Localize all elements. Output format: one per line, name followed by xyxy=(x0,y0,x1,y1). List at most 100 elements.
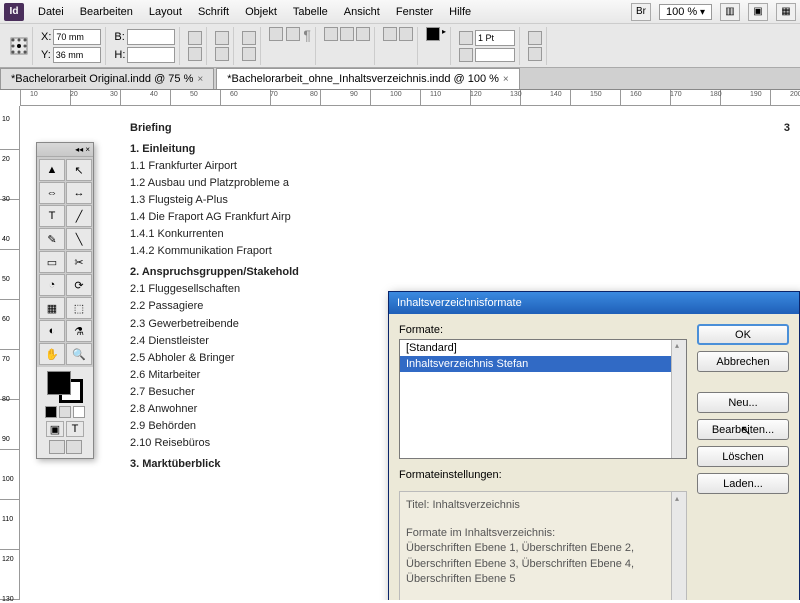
rotate-icon[interactable] xyxy=(215,31,229,45)
view-normal-icon[interactable] xyxy=(49,440,65,454)
select-content-icon[interactable] xyxy=(286,27,300,41)
edit-button[interactable]: Bearbeiten... xyxy=(697,419,789,440)
x-input[interactable] xyxy=(53,29,101,45)
select-container-icon[interactable] xyxy=(269,27,283,41)
scrollbar[interactable] xyxy=(671,492,686,600)
center-content-icon[interactable] xyxy=(356,27,370,41)
toc-text: 1.1 Frankfurter Airport xyxy=(130,158,237,175)
measure-tool[interactable]: ⚗ xyxy=(66,320,92,342)
view-mode-icon[interactable]: ▥ xyxy=(720,3,740,21)
ok-button[interactable]: OK xyxy=(697,324,789,345)
canvas[interactable]: Briefing3 1. Einleitung1.1 Frankfurter Ai… xyxy=(20,106,800,600)
h-input[interactable] xyxy=(127,47,175,63)
list-item-standard[interactable]: [Standard] xyxy=(400,340,686,356)
tab-ohne-inhalt[interactable]: *Bachelorarbeit_ohne_Inhaltsverzeichnis.… xyxy=(216,68,520,89)
toc-text: 1.2 Ausbau und Platzprobleme a xyxy=(130,175,289,192)
apply-color-icon[interactable] xyxy=(45,406,57,418)
cancel-button[interactable]: Abbrechen xyxy=(697,351,789,372)
toc-text: 2.8 Anwohner xyxy=(130,401,197,418)
stroke-style-icon[interactable] xyxy=(459,48,473,62)
toc-text: 2.7 Besucher xyxy=(130,384,195,401)
ruler-horizontal: 1020304050607080901001101201301401501601… xyxy=(20,90,800,106)
fill-swatch[interactable] xyxy=(47,371,71,395)
y-input[interactable] xyxy=(53,47,101,63)
toc-text: 1. Einleitung xyxy=(130,141,195,158)
fill-stroke-swatches[interactable] xyxy=(47,371,83,403)
toc-text: 2.2 Passagiere xyxy=(130,298,203,315)
format-text-icon[interactable]: T xyxy=(66,421,84,437)
apply-gradient-icon[interactable] xyxy=(59,406,71,418)
menu-ansicht[interactable]: Ansicht xyxy=(336,3,388,21)
workspace: 1020304050607080901001101201301401501601… xyxy=(0,90,800,600)
opacity-icon[interactable] xyxy=(528,47,542,61)
menu-datei[interactable]: Datei xyxy=(30,3,72,21)
paragraph-icon[interactable]: ¶ xyxy=(303,27,311,65)
page-tool[interactable]: ⇔ xyxy=(39,182,65,204)
eyedropper-tool[interactable]: ◐ xyxy=(39,320,65,342)
type-tool[interactable]: T xyxy=(39,205,65,227)
fit-frame-icon[interactable] xyxy=(324,27,338,41)
stroke-weight-icon xyxy=(459,31,473,45)
free-transform-tool[interactable]: ◔ xyxy=(39,274,65,296)
close-icon[interactable]: × xyxy=(197,74,203,85)
menu-bearbeiten[interactable]: Bearbeiten xyxy=(72,3,141,21)
toc-entry: 1.4.1 Konkurrenten xyxy=(130,226,790,243)
flip-v-icon[interactable] xyxy=(242,47,256,61)
menu-objekt[interactable]: Objekt xyxy=(237,3,285,21)
settings-title: Titel: Inhaltsverzeichnis xyxy=(406,498,680,513)
zoom-level[interactable]: 100 % ▾ xyxy=(659,4,712,20)
selection-tool[interactable]: ▲ xyxy=(39,159,65,181)
pencil-tool[interactable]: ╲ xyxy=(66,228,92,250)
note-tool[interactable]: ⬚ xyxy=(66,297,92,319)
toolbox-header[interactable]: ◂◂ × xyxy=(37,143,93,157)
menu-hilfe[interactable]: Hilfe xyxy=(441,3,479,21)
scale-x-icon[interactable] xyxy=(188,31,202,45)
toc-text: 2.6 Mitarbeiter xyxy=(130,367,200,384)
tab-original[interactable]: *Bachelorarbeit Original.indd @ 75 %× xyxy=(0,68,214,89)
menu-layout[interactable]: Layout xyxy=(141,3,190,21)
shear-icon[interactable] xyxy=(215,47,229,61)
rectangle-frame-tool[interactable]: ▭ xyxy=(39,251,65,273)
apply-none-icon[interactable] xyxy=(73,406,85,418)
direct-selection-tool[interactable]: ↖ xyxy=(66,159,92,181)
gap-tool[interactable]: ↔ xyxy=(66,182,92,204)
toc-entry: Briefing3 xyxy=(130,120,790,137)
stroke-weight-input[interactable] xyxy=(475,30,515,46)
scissors-tool[interactable]: ✂ xyxy=(66,251,92,273)
bridge-icon[interactable]: Br xyxy=(631,3,651,21)
w-input[interactable] xyxy=(127,29,175,45)
pen-tool[interactable]: ✎ xyxy=(39,228,65,250)
toc-entry: 1.4.2 Kommunikation Fraport xyxy=(130,243,790,260)
gradient-swatch-tool[interactable]: ⟳ xyxy=(66,274,92,296)
arrange-icon[interactable]: ▦ xyxy=(776,3,796,21)
list-item-stefan[interactable]: Inhaltsverzeichnis Stefan xyxy=(400,356,686,372)
menu-tabelle[interactable]: Tabelle xyxy=(285,3,336,21)
toc-entry: 1.2 Ausbau und Platzprobleme a xyxy=(130,175,790,192)
new-button[interactable]: Neu... xyxy=(697,392,789,413)
line-tool[interactable]: ╱ xyxy=(66,205,92,227)
fit-content-icon[interactable] xyxy=(340,27,354,41)
format-container-icon[interactable]: ▣ xyxy=(46,421,64,437)
scale-y-icon[interactable] xyxy=(188,47,202,61)
text-wrap-icon[interactable] xyxy=(383,27,397,41)
effects-icon[interactable] xyxy=(528,31,542,45)
dialog-titlebar[interactable]: Inhaltsverzeichnisformate xyxy=(389,292,799,314)
delete-button[interactable]: Löschen xyxy=(697,446,789,467)
screen-mode-icon[interactable]: ▣ xyxy=(748,3,768,21)
formats-listbox[interactable]: [Standard] Inhaltsverzeichnis Stefan xyxy=(399,339,687,459)
reference-point-icon[interactable] xyxy=(10,37,28,55)
close-icon[interactable]: × xyxy=(503,74,509,85)
fill-swatch-icon[interactable] xyxy=(426,27,440,41)
load-button[interactable]: Laden... xyxy=(697,473,789,494)
menu-fenster[interactable]: Fenster xyxy=(388,3,441,21)
hand-tool[interactable]: ✋ xyxy=(39,343,65,365)
toolbox-panel[interactable]: ◂◂ × ▲↖⇔↔T╱✎╲▭✂◔⟳▦⬚◐⚗✋🔍 ▣T xyxy=(36,142,94,459)
zoom-tool[interactable]: 🔍 xyxy=(66,343,92,365)
flip-h-icon[interactable] xyxy=(242,31,256,45)
gradient-feather-tool[interactable]: ▦ xyxy=(39,297,65,319)
toc-entry: 1.1 Frankfurter Airport xyxy=(130,158,790,175)
scrollbar[interactable] xyxy=(671,340,686,458)
corner-options-icon[interactable] xyxy=(399,27,413,41)
menu-schrift[interactable]: Schrift xyxy=(190,3,237,21)
view-preview-icon[interactable] xyxy=(66,440,82,454)
